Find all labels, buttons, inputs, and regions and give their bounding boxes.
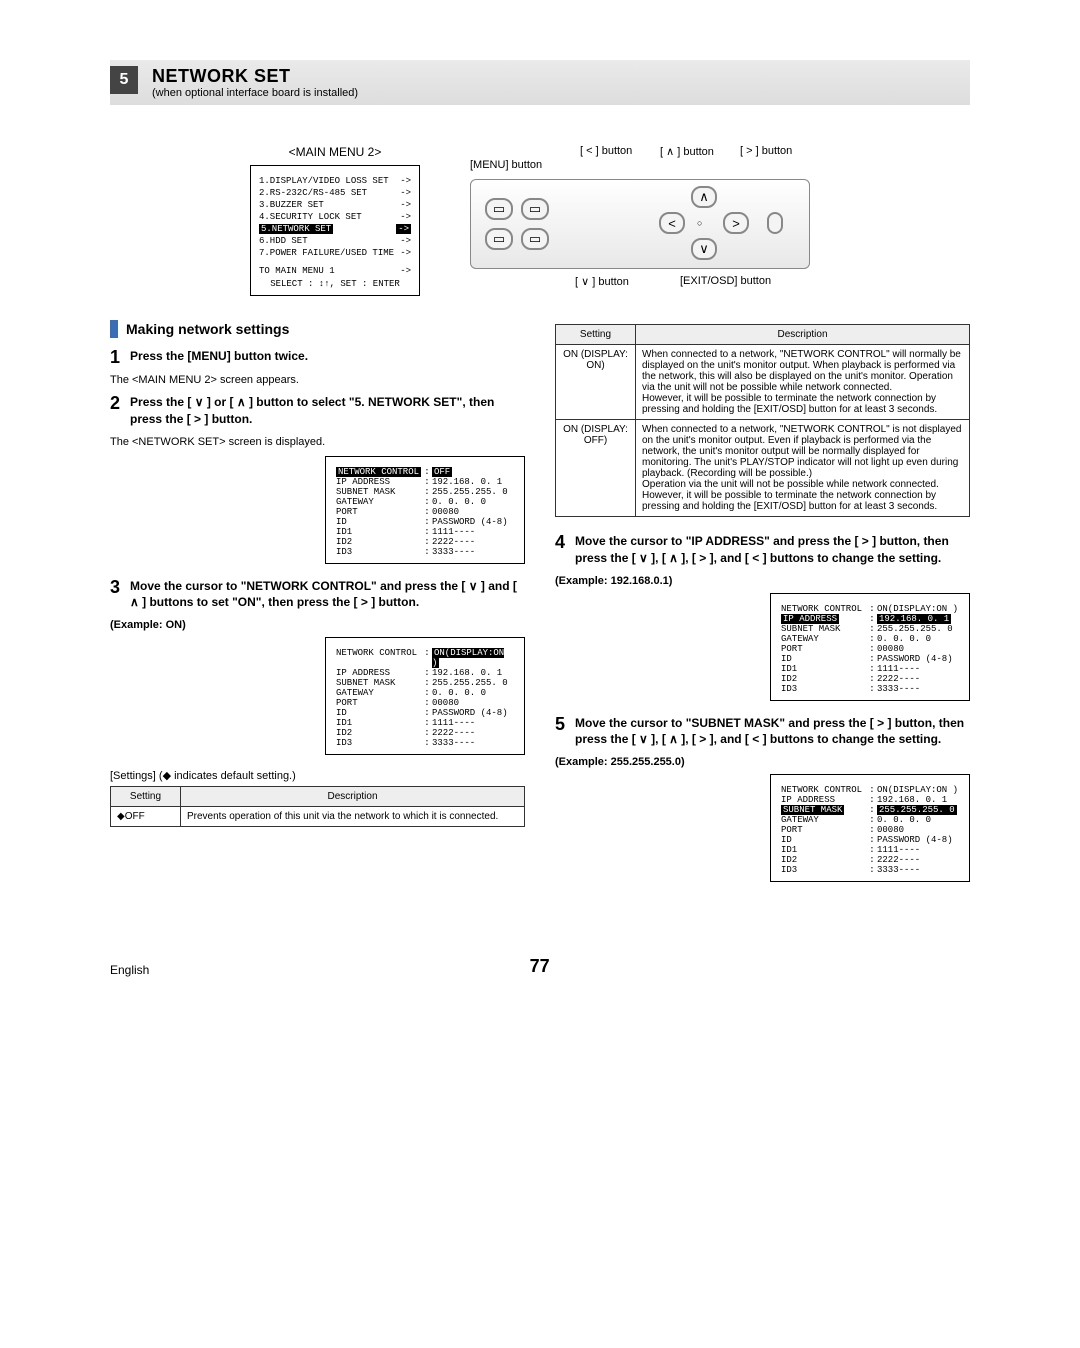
left-button-label: [ < ] button: [580, 145, 632, 157]
exit-icon: [767, 212, 783, 234]
footer-lang: English: [110, 963, 149, 977]
step-title: Move the cursor to "NETWORK CONTROL" and…: [130, 578, 525, 612]
up-button-label: [ ∧ ] button: [660, 145, 714, 158]
main-menu-box: 1.DISPLAY/VIDEO LOSS SET->2.RS-232C/RS-4…: [250, 165, 420, 296]
step-example: (Example: ON): [110, 619, 525, 631]
step-example: (Example: 255.255.255.0): [555, 756, 970, 768]
section-number: 5: [110, 66, 138, 94]
settings-table: SettingDescription◆OFFPrevents operation…: [110, 786, 525, 827]
down-icon: ∨: [691, 238, 717, 260]
main-menu-label: <MAIN MENU 2>: [250, 145, 420, 159]
step-number: 2: [110, 394, 120, 428]
step-number: 5: [555, 715, 565, 749]
device-btn: ▭: [521, 198, 549, 220]
right-icon: >: [723, 212, 749, 234]
settings-label: [Settings] (◆ indicates default setting.…: [110, 769, 525, 782]
section-bar-icon: [110, 320, 118, 338]
step-number: 4: [555, 533, 565, 567]
step-note: The <NETWORK SET> screen is displayed.: [110, 436, 525, 448]
up-icon: ∧: [691, 186, 717, 208]
menu-button-label: [MENU] button: [470, 159, 542, 171]
network-set-box: NETWORK CONTROL:ON(DISPLAY:ON )IP ADDRES…: [325, 637, 525, 755]
right-button-label: [ > ] button: [740, 145, 792, 157]
device-btn: ▭: [485, 228, 513, 250]
step-number: 1: [110, 348, 120, 366]
subsection-title: Making network settings: [126, 321, 289, 337]
left-icon: <: [659, 212, 685, 234]
page-number: 77: [530, 956, 550, 977]
circle-icon: ○: [697, 218, 702, 228]
network-set-box: NETWORK CONTROL:OFFIP ADDRESS:192.168. 0…: [325, 456, 525, 564]
section-subtitle: (when optional interface board is instal…: [152, 87, 358, 99]
step-title: Move the cursor to "SUBNET MASK" and pre…: [575, 715, 970, 749]
section-title: NETWORK SET: [152, 66, 358, 87]
step-note: The <MAIN MENU 2> screen appears.: [110, 374, 525, 386]
step-title: Press the [MENU] button twice.: [130, 348, 525, 365]
device-btn: ▭: [521, 228, 549, 250]
section-header: 5 NETWORK SET (when optional interface b…: [110, 60, 970, 105]
exit-button-label: [EXIT/OSD] button: [680, 275, 771, 287]
device-btn: ▭: [485, 198, 513, 220]
step-example: (Example: 192.168.0.1): [555, 575, 970, 587]
network-set-box: NETWORK CONTROL:ON(DISPLAY:ON )IP ADDRES…: [770, 774, 970, 882]
step-title: Move the cursor to "IP ADDRESS" and pres…: [575, 533, 970, 567]
settings-table-2: SettingDescriptionON (DISPLAY: ON)When c…: [555, 324, 970, 517]
down-button-label: [ ∨ ] button: [575, 275, 629, 288]
device-diagram: [MENU] button [ < ] button [ ∧ ] button …: [450, 145, 830, 296]
step-number: 3: [110, 578, 120, 612]
step-title: Press the [ ∨ ] or [ ∧ ] button to selec…: [130, 394, 525, 428]
network-set-box: NETWORK CONTROL:ON(DISPLAY:ON )IP ADDRES…: [770, 593, 970, 701]
